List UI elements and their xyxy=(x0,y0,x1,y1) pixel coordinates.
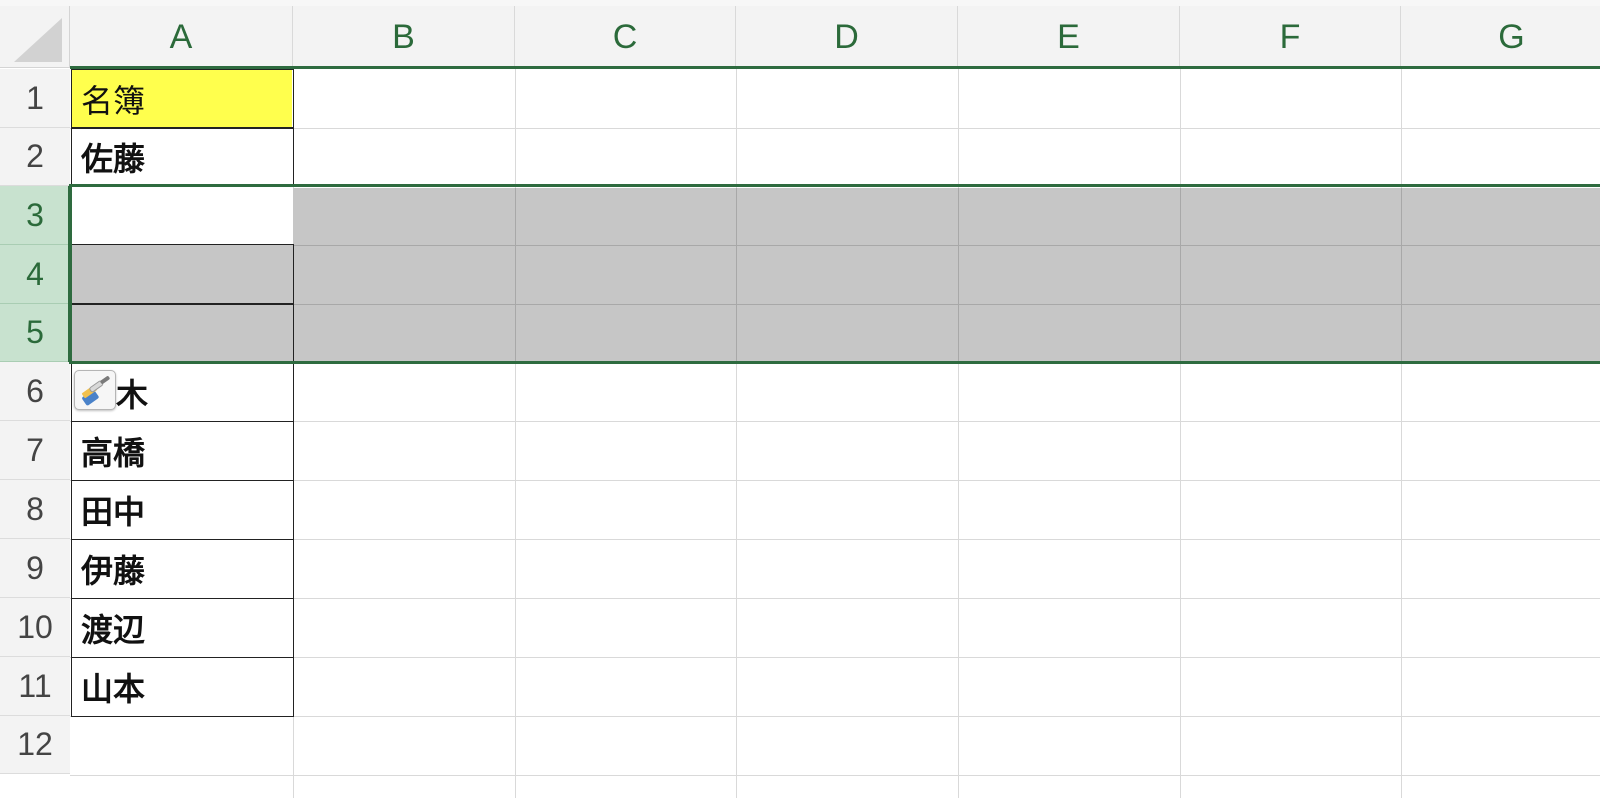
paste-options-button[interactable] xyxy=(74,370,116,410)
spreadsheet-grid: A B C D E F G 1 2 3 4 5 6 7 8 9 10 11 12… xyxy=(0,0,1600,798)
row-header-7[interactable]: 7 xyxy=(0,421,70,480)
column-header-g[interactable]: G xyxy=(1401,6,1600,68)
row-header-2[interactable]: 2 xyxy=(0,128,70,186)
column-header-c[interactable]: C xyxy=(515,6,736,68)
row-header-4[interactable]: 4 xyxy=(0,245,70,304)
column-header-f[interactable]: F xyxy=(1180,6,1401,68)
select-all-icon xyxy=(14,18,62,62)
column-header-e[interactable]: E xyxy=(958,6,1180,68)
cell-a9[interactable]: 伊藤 xyxy=(72,540,292,597)
row-header-5[interactable]: 5 xyxy=(0,304,70,362)
column-header-d[interactable]: D xyxy=(736,6,958,68)
selection-outline xyxy=(69,184,1600,364)
cell-a10[interactable]: 渡辺 xyxy=(72,599,292,656)
cell-a11[interactable]: 山本 xyxy=(72,658,292,715)
cell-a7[interactable]: 高橋 xyxy=(72,422,292,479)
row-header-3[interactable]: 3 xyxy=(0,186,70,245)
paintbrush-icon xyxy=(81,376,110,406)
row-header-10[interactable]: 10 xyxy=(0,598,70,657)
cell-a8[interactable]: 田中 xyxy=(72,481,292,538)
row-header-1[interactable]: 1 xyxy=(0,69,70,128)
row-header-6[interactable]: 6 xyxy=(0,362,70,421)
column-header-accent xyxy=(70,66,1600,69)
cell-a1[interactable]: 名簿 xyxy=(72,70,292,127)
gridline-v xyxy=(1401,69,1402,798)
gridline-h xyxy=(70,421,1600,422)
row-header-8[interactable]: 8 xyxy=(0,480,70,539)
row-header-9[interactable]: 9 xyxy=(0,539,70,598)
gridline-h xyxy=(70,716,1600,717)
gridline-h xyxy=(70,480,1600,481)
gridline-h xyxy=(70,598,1600,599)
gridline-v xyxy=(736,69,737,798)
column-header-b[interactable]: B xyxy=(293,6,515,68)
row-header-12[interactable]: 12 xyxy=(0,716,70,774)
gridline-h xyxy=(70,657,1600,658)
gridline-h xyxy=(70,775,1600,776)
cell-a2[interactable]: 佐藤 xyxy=(72,128,292,185)
row-header-11[interactable]: 11 xyxy=(0,657,70,716)
gridline-v xyxy=(515,69,516,798)
column-header-a[interactable]: A xyxy=(70,6,293,68)
gridline-v xyxy=(958,69,959,798)
select-all-corner[interactable] xyxy=(0,6,70,68)
gridline-h xyxy=(70,128,1600,129)
gridline-h xyxy=(70,539,1600,540)
cell-a6[interactable]: 木 xyxy=(116,364,148,422)
gridline-v xyxy=(1180,69,1181,798)
